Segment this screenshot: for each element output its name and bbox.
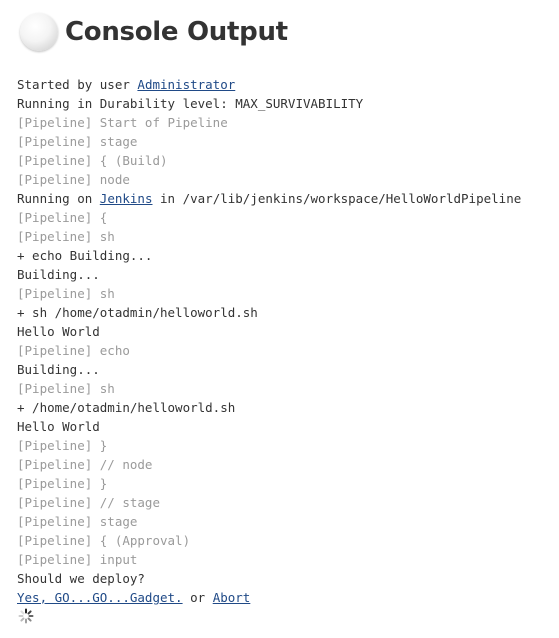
console-text: Running on bbox=[17, 191, 100, 206]
console-line: + echo Building... bbox=[17, 248, 153, 263]
or-text: or bbox=[182, 590, 213, 605]
console-line: + /home/otadmin/helloworld.sh bbox=[17, 400, 236, 415]
pipeline-line: [Pipeline] { (Approval) bbox=[17, 533, 191, 548]
abort-link[interactable]: Abort bbox=[213, 590, 251, 605]
pipeline-line: [Pipeline] stage bbox=[17, 514, 138, 529]
proceed-link[interactable]: Yes, GO...GO...Gadget. bbox=[17, 590, 183, 605]
pipeline-line: [Pipeline] Start of Pipeline bbox=[17, 115, 228, 130]
pipeline-line: [Pipeline] echo bbox=[17, 343, 130, 358]
console-line: Building... bbox=[17, 267, 100, 282]
pipeline-line: [Pipeline] } bbox=[17, 438, 108, 453]
pipeline-line: [Pipeline] } bbox=[17, 476, 108, 491]
pipeline-line: [Pipeline] { (Build) bbox=[17, 153, 168, 168]
console-line: + sh /home/otadmin/helloworld.sh bbox=[17, 305, 258, 320]
console-text: Started by user bbox=[17, 77, 138, 92]
input-actions: Yes, GO...GO...Gadget. or Abort bbox=[17, 588, 521, 607]
console-line: Hello World bbox=[17, 419, 100, 434]
pipeline-line: [Pipeline] // stage bbox=[17, 495, 160, 510]
console-line: Hello World bbox=[17, 324, 100, 339]
pipeline-line: [Pipeline] // node bbox=[17, 457, 153, 472]
pipeline-line: [Pipeline] sh bbox=[17, 286, 115, 301]
pipeline-line: [Pipeline] stage bbox=[17, 134, 138, 149]
console-line: Running on Jenkins in /var/lib/jenkins/w… bbox=[17, 189, 521, 208]
build-status-ball-icon bbox=[20, 13, 58, 51]
page-title: Console Output bbox=[65, 17, 288, 47]
pipeline-line: [Pipeline] sh bbox=[17, 229, 115, 244]
console-output: Started by user Administrator Running in… bbox=[17, 75, 521, 607]
pipeline-line: [Pipeline] { bbox=[17, 210, 108, 225]
console-line: Building... bbox=[17, 362, 100, 377]
pipeline-line: [Pipeline] node bbox=[17, 172, 130, 187]
pipeline-line: [Pipeline] sh bbox=[17, 381, 115, 396]
user-link[interactable]: Administrator bbox=[137, 77, 235, 92]
pipeline-line: [Pipeline] input bbox=[17, 552, 138, 567]
input-prompt: Should we deploy? bbox=[17, 571, 145, 586]
loading-spinner-icon bbox=[18, 608, 34, 624]
page-header: Console Output bbox=[20, 10, 288, 54]
node-link[interactable]: Jenkins bbox=[100, 191, 153, 206]
console-line: Started by user Administrator bbox=[17, 75, 521, 94]
console-line: Running in Durability level: MAX_SURVIVA… bbox=[17, 96, 364, 111]
console-text: in /var/lib/jenkins/workspace/HelloWorld… bbox=[152, 191, 522, 206]
